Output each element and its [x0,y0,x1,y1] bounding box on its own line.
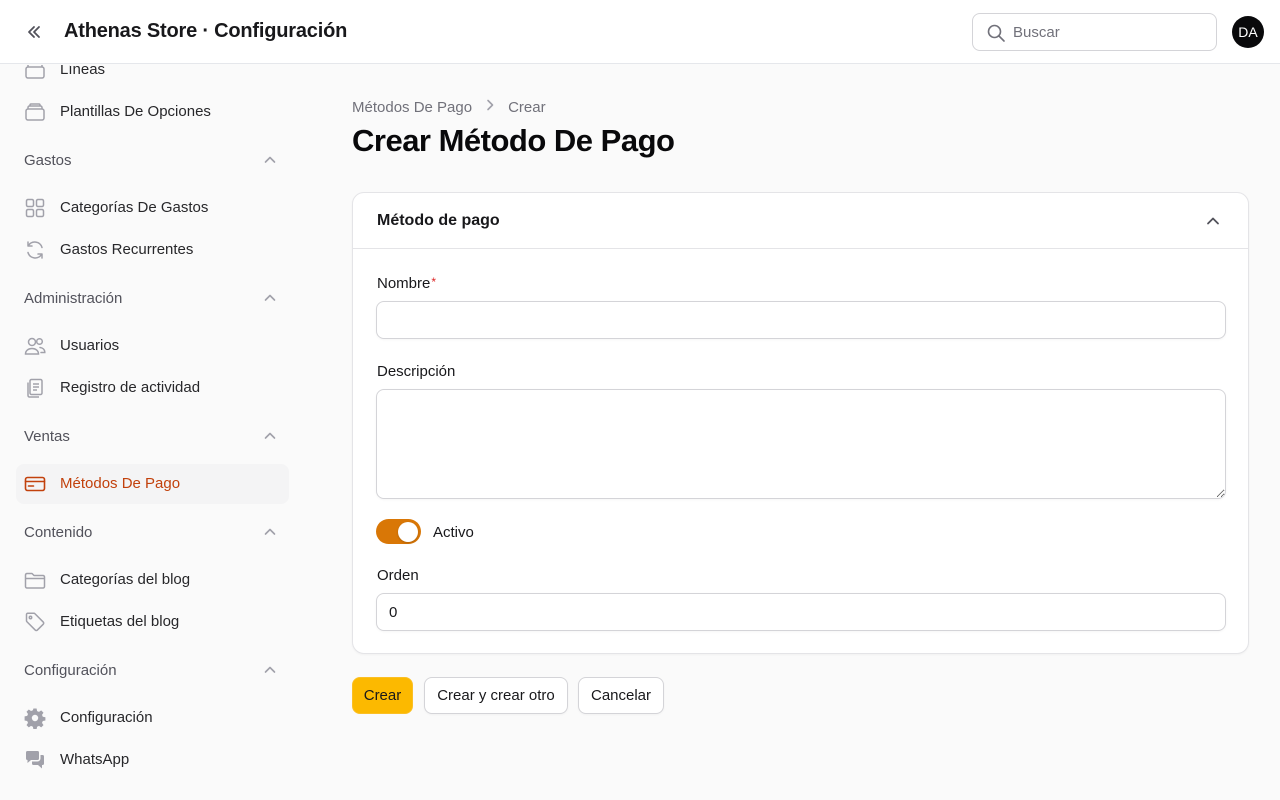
chevron-up-icon [262,152,278,173]
sidebar-item-label: Etiquetas del blog [60,613,180,630]
group-label: Administración [24,290,123,307]
sidebar-item-gastos-recurrentes[interactable]: Gastos Recurrentes [16,230,289,270]
nombre-label: Nombre* [377,275,436,292]
nombre-label-text: Nombre [377,275,431,292]
sidebar-item-label: Líneas [60,65,106,78]
stack-icon [24,101,46,123]
group-label: Gastos [24,152,72,169]
chevron-up-icon [262,290,278,311]
sidebar-item-label: WhatsApp [60,751,130,768]
nombre-input[interactable] [376,301,1226,339]
sidebar-group-configuracion[interactable]: Configuración [16,654,289,686]
tag-icon [24,611,46,633]
required-mark: * [431,275,437,289]
credit-card-icon [24,473,46,495]
breadcrumb-current: Crear [508,98,546,116]
descripcion-textarea[interactable] [376,389,1226,499]
stack-icon [24,65,46,81]
folder-icon [24,569,46,591]
sidebar-item-label: Métodos De Pago [60,475,181,492]
section-header: Método de pago [353,193,1248,249]
search-input[interactable] [1013,14,1209,50]
sidebar-item-configuracion[interactable]: Configuración [16,698,289,738]
sidebar-item-label: Plantillas De Opciones [60,103,211,120]
orden-label: Orden [377,567,419,584]
sidebar-item-usuarios[interactable]: Usuarios [16,326,289,366]
create-button[interactable]: Crear [352,677,413,714]
sidebar-item-lineas[interactable]: Líneas [16,65,289,90]
app-title: Athenas Store · Configuración [64,20,348,42]
topbar: Athenas Store · Configuración DA [0,0,1280,64]
sidebar-item-categorias-gastos[interactable]: Categorías De Gastos [16,188,289,228]
orden-input[interactable] [376,593,1226,631]
breadcrumb-link-metodos-pago[interactable]: Métodos De Pago [352,99,472,116]
sidebar-item-whatsapp[interactable]: WhatsApp [16,740,289,780]
cancel-button[interactable]: Cancelar [578,677,664,714]
sidebar-item-label: Registro de actividad [60,379,201,396]
search-box[interactable] [972,13,1217,51]
sidebar-item-label: Categorías del blog [60,571,191,588]
clipboard-icon [24,377,46,399]
users-icon [24,335,46,357]
descripcion-label: Descripción [377,363,456,380]
group-label: Configuración [24,662,117,679]
sidebar-item-label: Gastos Recurrentes [60,241,194,258]
refresh-icon [24,239,46,261]
chevron-up-icon [262,662,278,683]
gear-icon [24,707,46,729]
activo-toggle[interactable] [376,519,421,544]
collapse-sidebar-icon[interactable] [22,20,46,44]
section-title: Método de pago [377,212,500,229]
avatar[interactable]: DA [1232,16,1264,48]
sidebar-group-ventas[interactable]: Ventas [16,420,289,452]
sidebar-item-label: Usuarios [60,337,120,354]
sidebar-item-label: Configuración [60,709,153,726]
sidebar-item-registro-actividad[interactable]: Registro de actividad [16,368,289,408]
grid-icon [24,197,46,219]
sidebar-item-etiquetas-blog[interactable]: Etiquetas del blog [16,602,289,642]
sidebar-group-gastos[interactable]: Gastos [16,144,289,176]
sidebar-item-categorias-blog[interactable]: Categorías del blog [16,560,289,600]
chat-icon [24,749,46,771]
breadcrumb: Métodos De Pago Crear [352,97,546,117]
chevron-up-icon[interactable] [1203,211,1223,236]
sidebar-item-metodos-pago[interactable]: Métodos De Pago [16,464,289,504]
search-icon [986,23,1006,48]
group-label: Ventas [24,428,70,445]
sidebar: Líneas Plantillas De Opciones Gastos Cat… [0,65,305,800]
toggle-knob [398,521,418,542]
sidebar-group-administracion[interactable]: Administración [16,282,289,314]
create-another-button[interactable]: Crear y crear otro [424,677,568,714]
sidebar-item-label: Categorías De Gastos [60,199,209,216]
chevron-up-icon [262,524,278,545]
form-section-metodo-pago: Método de pago Nombre* Descripción Activ… [352,192,1249,654]
page-title: Crear Método De Pago [352,123,675,158]
activo-label: Activo [433,524,474,541]
chevron-up-icon [262,428,278,449]
sidebar-item-plantillas[interactable]: Plantillas De Opciones [16,92,289,132]
sidebar-group-contenido[interactable]: Contenido [16,516,289,548]
chevron-right-icon [482,97,498,117]
group-label: Contenido [24,524,93,541]
